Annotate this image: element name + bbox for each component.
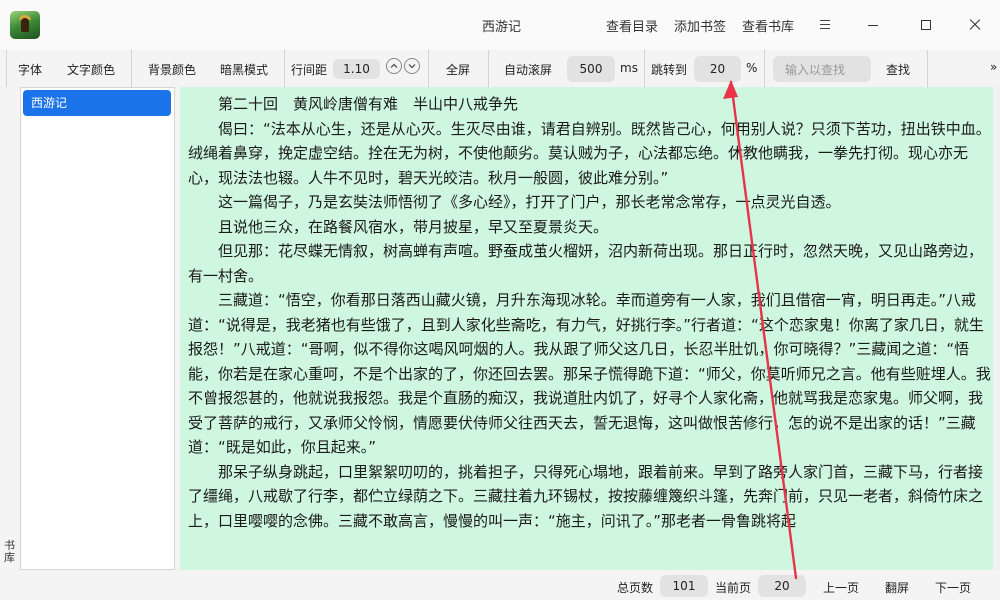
menu-icon[interactable] (818, 17, 832, 31)
view-library-link[interactable]: 查看书库 (742, 16, 794, 35)
close-icon[interactable] (964, 14, 986, 36)
chapter-heading: 第二十回 黄风岭唐僧有难 半山中八戒争先 (218, 95, 519, 113)
toolbar-separator (6, 50, 7, 87)
background-color-button[interactable]: 背景颜色 (148, 61, 196, 78)
current-page-label: 当前页 (715, 581, 752, 595)
book-item-xiyouji[interactable]: 西游记 (23, 90, 171, 116)
search-input[interactable]: 输入以查找 (773, 56, 871, 82)
book-list: 西游记 (20, 87, 175, 570)
text-paragraph: 且说他三众，在路餐风宿水，带月披星，早又至夏景炎天。 (218, 217, 609, 236)
pagination-bar: 总页数 101 当前页 20 上一页 翻屏 下一页 (0, 570, 1000, 600)
jump-percent-input[interactable]: 20 (694, 56, 741, 82)
percent-unit-label: % (746, 61, 758, 75)
text-paragraph: 但见那：花尽蝶无情叙，树高蝉有声喧。野蚕成茧火榴妍，沼内新荷出现。那日正行时，忽… (188, 242, 984, 285)
flip-screen-button[interactable]: 翻屏 (885, 579, 909, 596)
scroll-speed-input[interactable]: 500 (567, 56, 615, 82)
auto-scroll-button[interactable]: 自动滚屏 (504, 61, 552, 78)
toolbar-separator (764, 50, 765, 87)
line-spacing-label: 行间距 (291, 63, 328, 77)
dark-mode-button[interactable]: 暗黑模式 (220, 61, 268, 78)
line-spacing-input[interactable]: 1.10 (333, 59, 380, 79)
text-paragraph: 三藏道：“悟空，你看那日落西山藏火镜，月升东海现冰轮。幸而道旁有一人家，我们且借… (188, 291, 991, 456)
toolbar-separator (284, 50, 285, 87)
maximize-icon[interactable] (915, 14, 937, 36)
add-bookmark-link[interactable]: 添加书签 (674, 16, 726, 35)
library-tab-label[interactable]: 书库 (4, 540, 16, 564)
font-button[interactable]: 字体 (18, 61, 42, 78)
toolbar-separator (488, 50, 489, 87)
jump-to-label: 跳转到 (651, 63, 688, 77)
app-icon (10, 11, 40, 39)
toolbar-overflow-icon[interactable]: » (990, 60, 998, 74)
minimize-icon[interactable] (862, 14, 884, 36)
scroll-unit-label: ms (620, 61, 638, 75)
text-paragraph: 偈曰：“法本从心生，还是从心灭。生灭尽由谁，请君自辨别。既然皆己心，何用别人说？… (188, 119, 991, 187)
reader-scrollbar[interactable] (993, 87, 1000, 570)
line-spacing-down-icon[interactable] (404, 58, 420, 74)
text-color-button[interactable]: 文字颜色 (67, 61, 115, 78)
toolbar-separator (428, 50, 429, 87)
library-tab[interactable] (0, 87, 20, 570)
chapter-text: 第二十回 黄风岭唐僧有难 半山中八戒争先 偈曰：“法本从心生，还是从心灭。生灭尽… (188, 92, 993, 533)
text-paragraph: 那呆子纵身跳起，口里絮絮叨叨的，挑着担子，只得死心塌地，跟着前来。早到了路旁人家… (188, 462, 984, 530)
prev-page-button[interactable]: 上一页 (823, 579, 859, 596)
reader-pane[interactable]: 第二十回 黄风岭唐僧有难 半山中八戒争先 偈曰：“法本从心生，还是从心灭。生灭尽… (180, 87, 993, 570)
fullscreen-button[interactable]: 全屏 (446, 61, 470, 78)
view-toc-link[interactable]: 查看目录 (606, 16, 658, 35)
toolbar-separator (927, 50, 928, 87)
text-paragraph: 这一篇偈子，乃是玄奘法师悟彻了《多心经》，打开了门户，那长老常念常存，一点灵光自… (218, 193, 841, 211)
title-bar: 西游记 查看目录 添加书签 查看书库 (0, 0, 1000, 50)
line-spacing-up-icon[interactable] (386, 58, 402, 74)
toolbar: 字体 文字颜色 背景颜色 暗黑模式 行间距 1.10 全屏 自动滚屏 500 m… (0, 50, 1000, 87)
current-page-input[interactable]: 20 (758, 575, 806, 597)
toolbar-separator (131, 50, 132, 87)
window-title: 西游记 (482, 20, 522, 35)
total-pages-label: 总页数 (617, 581, 654, 595)
search-button[interactable]: 查找 (886, 61, 910, 78)
toolbar-separator (644, 50, 645, 87)
next-page-button[interactable]: 下一页 (935, 579, 971, 596)
total-pages-value: 101 (660, 575, 708, 597)
